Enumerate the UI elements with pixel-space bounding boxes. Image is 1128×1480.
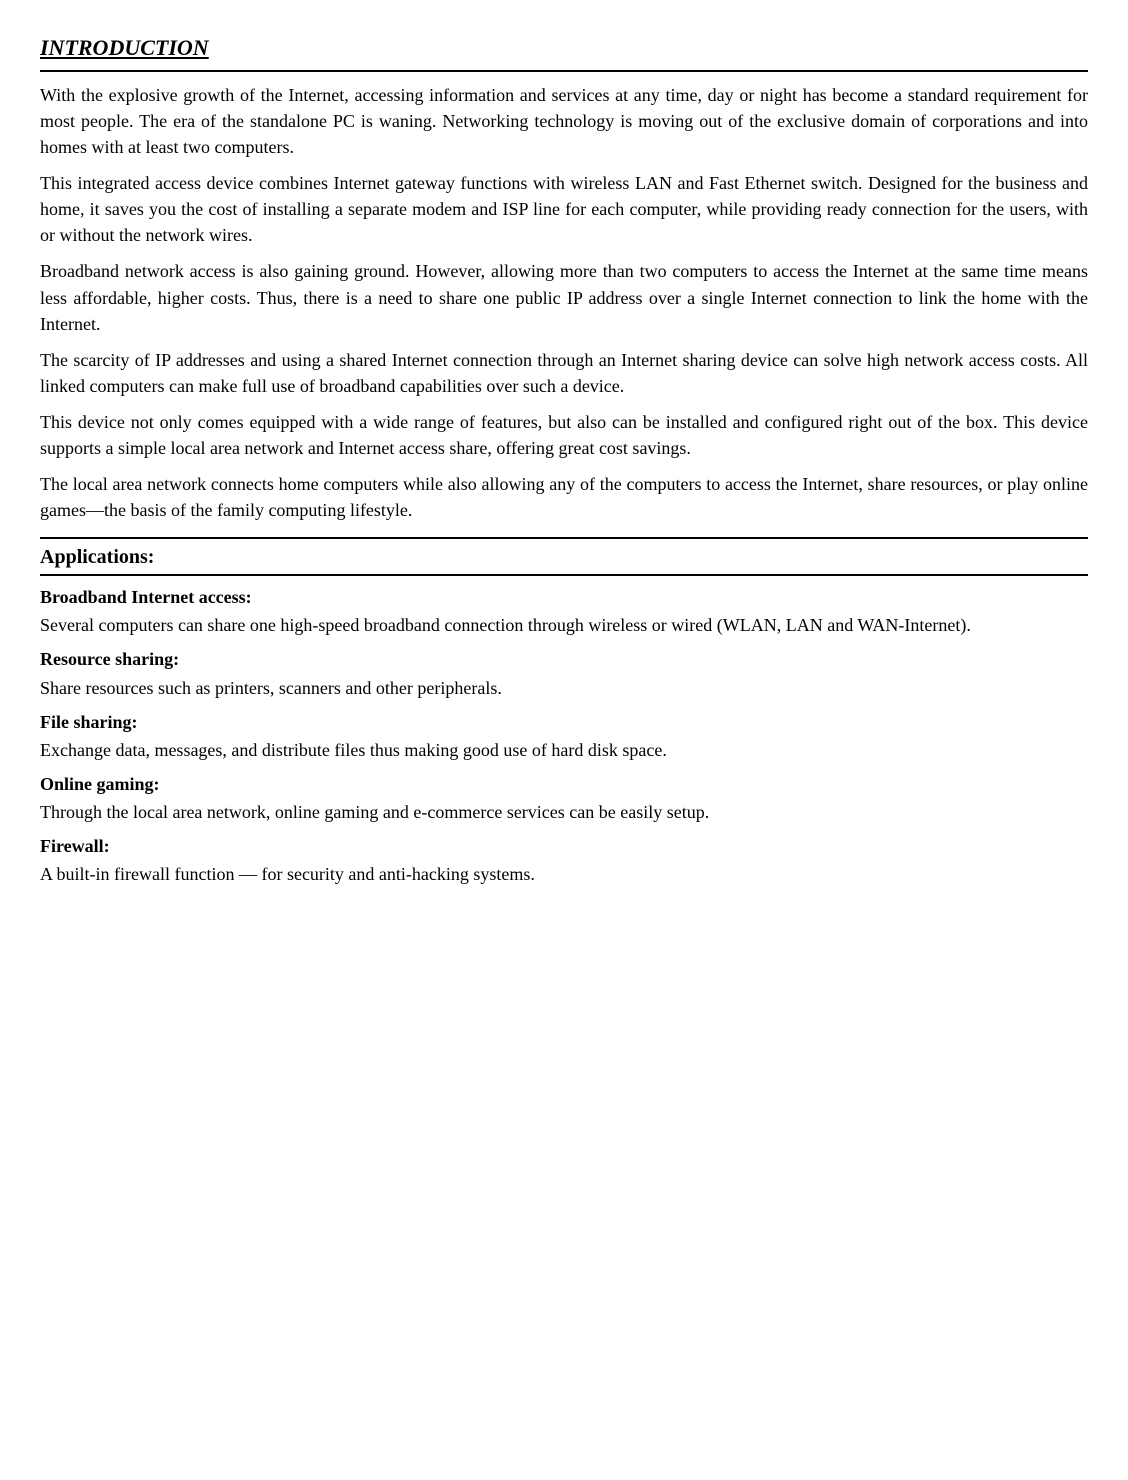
intro-paragraph-2: This integrated access device combines I… xyxy=(40,170,1088,248)
app-body-1: Share resources such as printers, scanne… xyxy=(40,675,1088,701)
page-title: INTRODUCTION xyxy=(40,32,1088,64)
intro-paragraph-1: With the explosive growth of the Interne… xyxy=(40,82,1088,160)
app-heading-0: Broadband Internet access: xyxy=(40,584,1088,610)
intro-paragraph-4: The scarcity of IP addresses and using a… xyxy=(40,347,1088,399)
app-heading-1: Resource sharing: xyxy=(40,646,1088,672)
app-heading-3: Online gaming: xyxy=(40,771,1088,797)
applications-heading: Applications: xyxy=(40,543,1088,572)
app-body-3: Through the local area network, online g… xyxy=(40,799,1088,825)
intro-paragraph-5: This device not only comes equipped with… xyxy=(40,409,1088,461)
intro-paragraph-3: Broadband network access is also gaining… xyxy=(40,258,1088,336)
app-body-2: Exchange data, messages, and distribute … xyxy=(40,737,1088,763)
app-heading-4: Firewall: xyxy=(40,833,1088,859)
applications-divider-top xyxy=(40,537,1088,539)
title-divider xyxy=(40,70,1088,72)
app-body-0: Several computers can share one high-spe… xyxy=(40,612,1088,638)
app-body-4: A built-in firewall function — for secur… xyxy=(40,861,1088,887)
intro-paragraph-6: The local area network connects home com… xyxy=(40,471,1088,523)
applications-divider-bottom xyxy=(40,574,1088,576)
app-heading-2: File sharing: xyxy=(40,709,1088,735)
